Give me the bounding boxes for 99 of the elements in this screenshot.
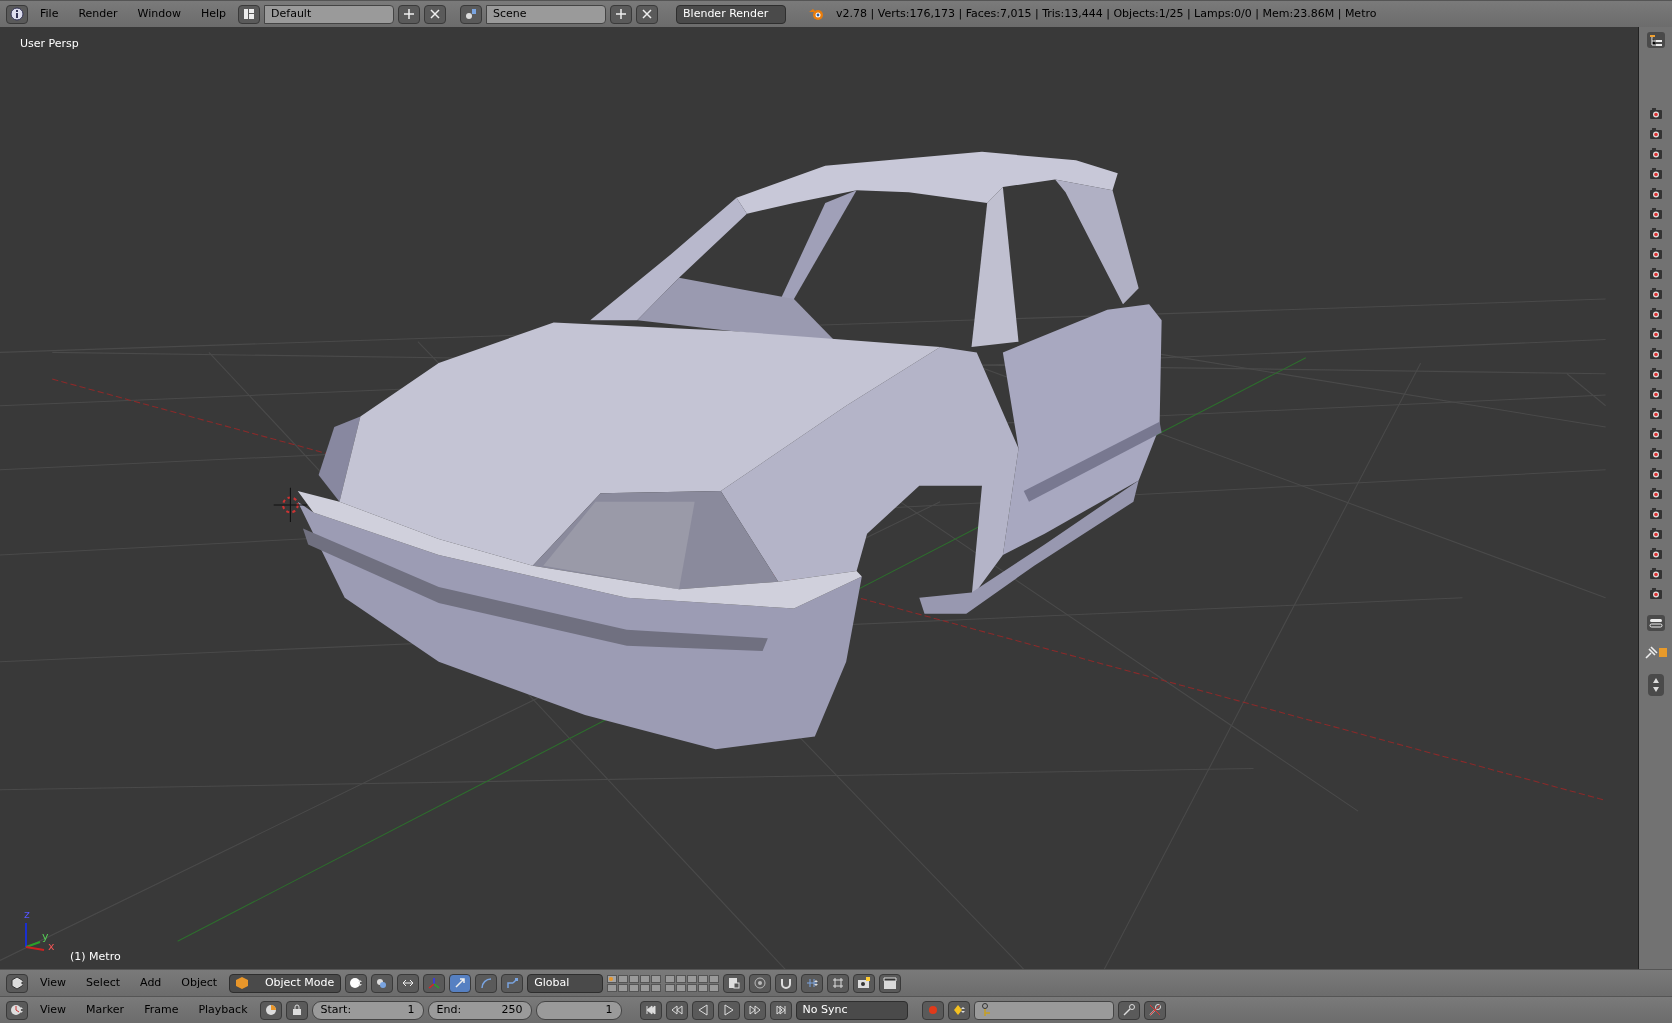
camera-icon[interactable] (1648, 327, 1663, 340)
camera-icon[interactable] (1648, 527, 1663, 540)
cube-icon (236, 977, 249, 989)
view-label: User Persp (20, 36, 79, 52)
insert-key-icon[interactable] (1117, 1000, 1140, 1020)
jump-keyframe-back-icon[interactable] (665, 1000, 688, 1020)
keying-set-field[interactable] (973, 1000, 1114, 1020)
clock-editor-icon[interactable] (6, 1000, 28, 1020)
camera-icon[interactable] (1648, 167, 1663, 180)
cube-editor-icon[interactable] (6, 973, 28, 993)
camera-icon[interactable] (1648, 227, 1663, 240)
camera-icon[interactable] (1648, 347, 1663, 360)
delete-key-icon[interactable] (1143, 1000, 1166, 1020)
end-frame-field[interactable]: End: 250 (427, 1000, 532, 1020)
camera-icon[interactable] (1648, 427, 1663, 440)
key-icon (980, 1003, 993, 1017)
pin-icon[interactable] (1643, 644, 1668, 660)
menu-item[interactable]: Help (192, 5, 235, 23)
play-icon[interactable] (717, 1000, 740, 1020)
play-reverse-icon[interactable] (691, 1000, 714, 1020)
start-frame-field[interactable]: Start: 1 (311, 1000, 424, 1020)
camera-icon[interactable] (1648, 107, 1663, 120)
menu-item[interactable]: File (32, 5, 67, 23)
proportional-edit-icon[interactable] (749, 973, 772, 993)
camera-icon[interactable] (1648, 547, 1663, 560)
lock-layers-icon[interactable] (723, 973, 746, 993)
close-icon[interactable] (424, 4, 447, 24)
outliner-editor-icon[interactable] (1645, 31, 1666, 49)
jump-start-icon[interactable] (639, 1000, 662, 1020)
shading-solid-icon[interactable] (345, 973, 368, 993)
layer-buttons[interactable] (607, 974, 662, 992)
menu-item[interactable]: View (32, 1001, 75, 1019)
camera-icon[interactable] (1648, 567, 1663, 580)
orientation-dropdown[interactable]: Global (527, 973, 604, 993)
sync-dropdown[interactable]: No Sync (795, 1000, 908, 1020)
camera-icon[interactable] (1648, 127, 1663, 140)
preview-range-icon[interactable] (259, 1000, 282, 1020)
field-label: Start: (320, 1001, 352, 1018)
snap-arrows-icon[interactable] (397, 973, 420, 993)
scene-field[interactable]: Scene (486, 4, 607, 24)
jump-keyframe-forward-icon[interactable] (743, 1000, 766, 1020)
camera-icon[interactable] (1648, 307, 1663, 320)
camera-icon[interactable] (1648, 287, 1663, 300)
field-value: 250 (501, 1001, 523, 1018)
camera-icon[interactable] (1648, 487, 1663, 500)
axis-label: y (42, 931, 49, 942)
properties-editor-icon[interactable] (1645, 614, 1666, 632)
close-icon[interactable] (636, 4, 659, 24)
rotate-tool-icon[interactable] (475, 973, 498, 993)
camera-icon[interactable] (1648, 587, 1663, 600)
camera-icon[interactable] (1648, 447, 1663, 460)
camera-icon[interactable] (1648, 467, 1663, 480)
menu-item[interactable]: Add (132, 974, 170, 992)
mode-dropdown[interactable]: Object Mode (229, 973, 342, 993)
add-icon[interactable] (610, 4, 633, 24)
layout-field[interactable]: Default (264, 4, 395, 24)
camera-icon[interactable] (1648, 507, 1663, 520)
field-value: 1 (605, 1001, 613, 1018)
axis-label: z (24, 909, 30, 920)
lock-icon[interactable] (285, 1000, 308, 1020)
menu-item[interactable]: View (32, 974, 75, 992)
magnet-icon[interactable] (775, 973, 798, 993)
render-engine-dropdown[interactable]: Blender Render (676, 4, 787, 24)
camera-icon[interactable] (1648, 267, 1663, 280)
object-label: (1) Metro (70, 948, 121, 965)
camera-icon[interactable] (1648, 207, 1663, 220)
camera-icon[interactable] (1648, 247, 1663, 260)
menu-item[interactable]: Marker (78, 1001, 133, 1019)
menu-item[interactable]: Window (129, 5, 189, 23)
camera-icon[interactable] (1648, 367, 1663, 380)
info-editor-icon[interactable] (6, 4, 28, 24)
pivot-point-icon[interactable] (371, 973, 394, 993)
add-icon[interactable] (398, 4, 421, 24)
3d-cursor-icon (273, 487, 308, 523)
grid-snap-icon[interactable] (827, 973, 850, 993)
field-value: 1 (407, 1001, 415, 1018)
menu-item[interactable]: Select (78, 974, 129, 992)
screen-layout-icon[interactable] (238, 4, 261, 24)
camera-icon[interactable] (1648, 187, 1663, 200)
jump-end-icon[interactable] (769, 1000, 792, 1020)
menu-item[interactable]: Frame (136, 1001, 187, 1019)
scene-icon[interactable] (460, 4, 483, 24)
current-frame-field[interactable]: 1 (535, 1000, 622, 1020)
camera-icon[interactable] (1648, 147, 1663, 160)
field-label: End: (436, 1001, 462, 1018)
camera-icon[interactable] (1648, 387, 1663, 400)
up-down-arrows-icon[interactable] (1647, 674, 1664, 696)
render-camera-icon[interactable] (853, 973, 876, 993)
keyframe-icon[interactable] (947, 1000, 970, 1020)
menu-item[interactable]: Render (70, 5, 126, 23)
snap-element-icon[interactable] (801, 973, 824, 993)
scene-statistics: v2.78 | Verts:176,173 | Faces:7,015 | Tris:13,444 | Objects:1/25 | Lamps:0/0 | Mem:23.86M | Metro (836, 5, 1377, 22)
clapperboard-icon[interactable] (879, 973, 902, 993)
translate-tool-icon[interactable] (449, 973, 472, 993)
menu-item[interactable]: Playback (190, 1001, 256, 1019)
menu-item[interactable]: Object (173, 974, 226, 992)
axis-label: x (48, 941, 55, 952)
scale-tool-icon[interactable] (501, 973, 524, 993)
camera-icon[interactable] (1648, 407, 1663, 420)
